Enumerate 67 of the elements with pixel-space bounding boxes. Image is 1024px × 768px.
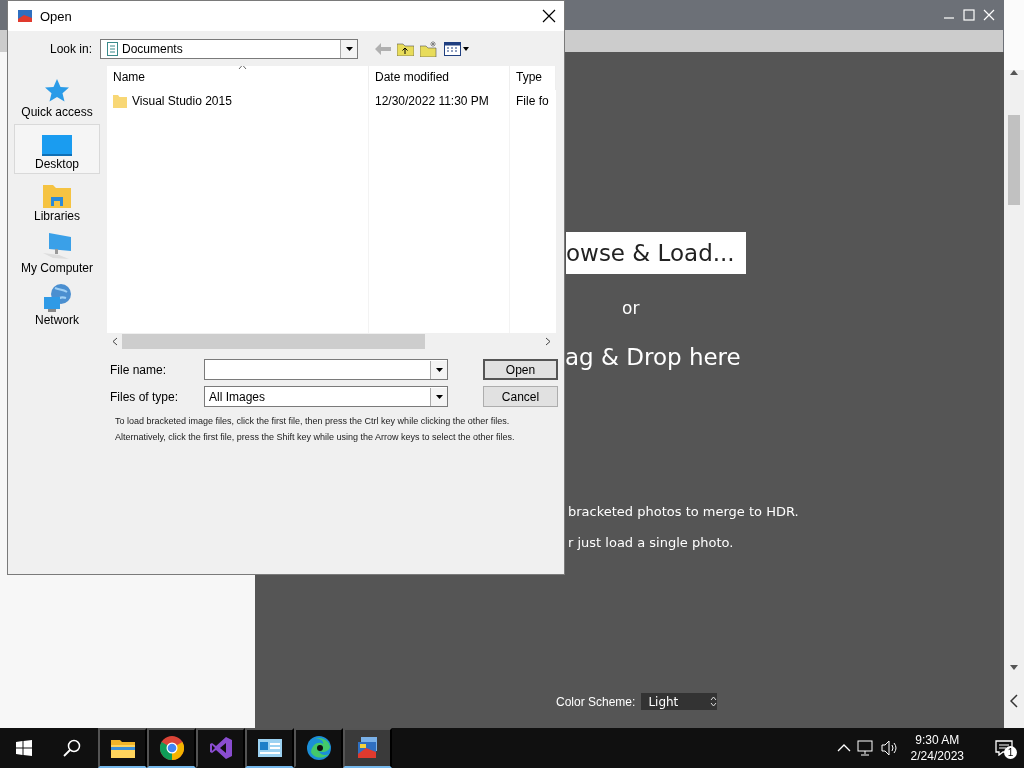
places-item[interactable]: Libraries — [14, 176, 100, 226]
scrollbar[interactable] — [1005, 70, 1023, 670]
dropdown-caret-icon[interactable] — [434, 393, 444, 400]
open-button[interactable]: Open — [483, 359, 558, 380]
browse-load-button[interactable]: owse & Load... — [566, 232, 746, 274]
color-scheme-label: Color Scheme: — [556, 694, 636, 709]
places-item[interactable]: My Computer — [14, 228, 100, 278]
file-row[interactable]: Visual Studio 2015 — [107, 90, 369, 110]
desktop-icon — [42, 135, 72, 157]
volume-icon[interactable] — [880, 740, 899, 756]
maximize-icon[interactable] — [962, 8, 976, 22]
photo-icon — [355, 736, 380, 760]
color-scheme-spinner[interactable]: Light — [641, 693, 718, 710]
drop-label: ag & Drop here — [565, 344, 741, 370]
new-folder-icon[interactable] — [420, 41, 438, 57]
edge-icon — [306, 736, 331, 760]
app-icon — [18, 9, 32, 23]
hint-text: To load bracketed image files, click the first file, then press the Ctrl key while clicking the other files. — [115, 416, 511, 426]
start-icon[interactable] — [16, 740, 32, 756]
chevron-up-icon[interactable] — [836, 744, 851, 752]
taskbar-app[interactable] — [294, 728, 343, 768]
taskbar-app[interactable] — [147, 728, 196, 768]
notification-count: 1 — [1004, 746, 1017, 759]
computer-icon — [41, 231, 73, 261]
places-item[interactable]: Quick access — [14, 72, 100, 122]
file-type-dropdown[interactable]: All Images — [204, 386, 448, 407]
places-item[interactable]: Desktop — [14, 124, 100, 174]
chevron-left-icon[interactable] — [1010, 694, 1018, 708]
scroll-right-icon[interactable] — [545, 337, 551, 346]
dropdown-caret-icon[interactable] — [434, 366, 444, 373]
file-type-label: Files of type: — [109, 389, 180, 404]
search-icon[interactable] — [63, 739, 81, 757]
places-item[interactable]: Network — [14, 280, 100, 330]
network-icon — [42, 283, 72, 313]
table-cell-text: File fo — [515, 93, 550, 110]
chrome-icon — [159, 736, 184, 760]
scroll-down-icon[interactable] — [1010, 665, 1018, 670]
column-header[interactable]: Date modified — [369, 66, 510, 90]
file-name-field[interactable] — [204, 359, 448, 380]
up-folder-icon[interactable] — [397, 42, 414, 56]
infinity-icon — [208, 736, 233, 760]
column-header[interactable]: Type — [510, 66, 556, 90]
column-header[interactable]: Name — [107, 66, 369, 90]
file-name-label: File name: — [109, 362, 168, 377]
taskbar-app[interactable] — [98, 728, 147, 768]
network-icon[interactable] — [856, 740, 875, 756]
clock[interactable]: 9:30 AM 2/24/2023 — [910, 732, 964, 764]
or-label: or — [622, 298, 640, 318]
taskbar-app[interactable] — [343, 728, 392, 768]
folder-icon — [110, 738, 135, 758]
folder-icon — [113, 94, 127, 108]
document-icon — [107, 42, 118, 56]
instruction-text: bracketed photos to merge to HDR. — [568, 504, 799, 519]
window-title: Open — [40, 8, 73, 24]
hint-text: Alternatively, click the first file, press the Shift key while using the Arrow keys to select the other files. — [115, 432, 516, 442]
scroll-thumb[interactable] — [1008, 115, 1020, 205]
view-menu-icon[interactable] — [444, 42, 470, 56]
instruction-text: r just load a single photo. — [568, 535, 734, 550]
look-in-label: Look in: — [48, 42, 93, 56]
table-cell: 12/30/2022 11:30 PM — [369, 90, 510, 110]
card-icon — [257, 738, 282, 758]
notification-icon[interactable] — [995, 740, 1013, 756]
taskbar-app[interactable] — [245, 728, 294, 768]
scroll-left-icon[interactable] — [112, 337, 118, 346]
close-icon[interactable] — [542, 9, 556, 23]
look-in-dropdown[interactable]: Documents — [100, 39, 358, 59]
cancel-button[interactable]: Cancel — [483, 386, 558, 407]
